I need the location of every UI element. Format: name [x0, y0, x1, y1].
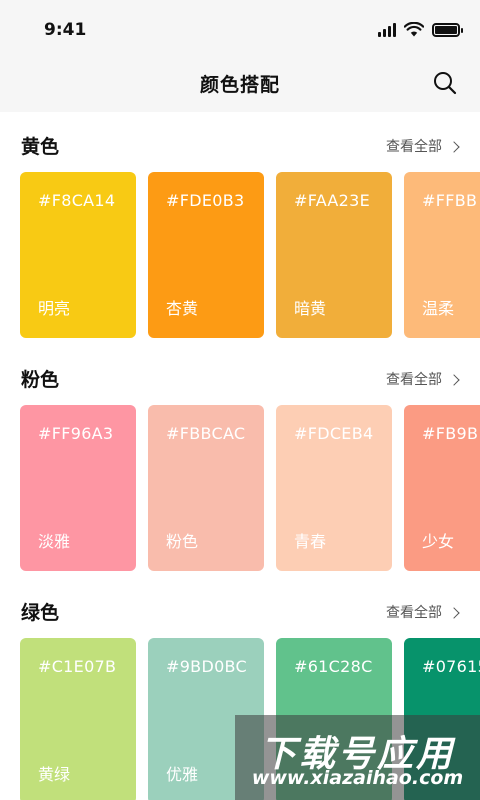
status-icons	[378, 22, 463, 37]
color-card[interactable]: #FFBB 温柔	[404, 172, 480, 338]
search-button[interactable]	[428, 66, 462, 100]
section-pink: 粉色 查看全部 #FF96A3 淡雅 #FBBCAC 粉色 #FDCEB4 青春…	[0, 357, 480, 577]
section-yellow: 黄色 查看全部 #F8CA14 明亮 #FDE0B3 杏黄 #FAA23E 暗黄…	[0, 124, 480, 344]
color-name: 明亮	[38, 299, 71, 318]
color-card[interactable]: #C1E07B 黄绿	[20, 638, 136, 800]
view-all-link[interactable]: 查看全部	[386, 369, 460, 389]
color-card[interactable]: #FDE0B3 杏黄	[148, 172, 264, 338]
chevron-right-icon	[448, 606, 460, 619]
color-name: 少女	[422, 532, 455, 551]
section-header: 黄色 查看全部	[0, 124, 480, 164]
chevron-right-icon	[448, 140, 460, 153]
color-hex: #FAA23E	[294, 191, 371, 210]
color-name: 优雅	[166, 765, 199, 784]
color-card-list[interactable]: #F8CA14 明亮 #FDE0B3 杏黄 #FAA23E 暗黄 #FFBB 温…	[20, 172, 480, 340]
color-hex: #FFBB	[422, 191, 478, 210]
search-icon	[434, 72, 457, 95]
color-name: 暗黄	[294, 299, 327, 318]
color-hex: #FDCEB4	[294, 424, 374, 443]
status-bar: 9:41	[0, 0, 480, 62]
cellular-signal-icon	[378, 22, 396, 37]
color-hex: #FF96A3	[38, 424, 114, 443]
color-hex: #9BD0BC	[166, 657, 248, 676]
color-card[interactable]: #FF96A3 淡雅	[20, 405, 136, 571]
section-header: 绿色 查看全部	[0, 590, 480, 630]
view-all-label: 查看全部	[386, 605, 442, 621]
color-name: 黄绿	[38, 765, 71, 784]
color-hex: #C1E07B	[38, 657, 117, 676]
wifi-icon	[404, 22, 424, 37]
color-name: 淡雅	[38, 532, 71, 551]
color-hex: #61C28C	[294, 657, 373, 676]
color-card-list[interactable]: #FF96A3 淡雅 #FBBCAC 粉色 #FDCEB4 青春 #FB9B 少…	[20, 405, 480, 573]
color-name: 粉色	[166, 532, 199, 551]
chevron-right-icon	[448, 373, 460, 386]
color-card[interactable]: #61C28C	[276, 638, 392, 800]
view-all-link[interactable]: 查看全部	[386, 602, 460, 622]
color-hex: #FBBCAC	[166, 424, 246, 443]
color-card[interactable]: #07615	[404, 638, 480, 800]
battery-icon	[432, 22, 463, 37]
color-name: 杏黄	[166, 299, 199, 318]
view-all-link[interactable]: 查看全部	[386, 136, 460, 156]
color-card[interactable]: #9BD0BC 优雅	[148, 638, 264, 800]
section-header: 粉色 查看全部	[0, 357, 480, 397]
section-green: 绿色 查看全部 #C1E07B 黄绿 #9BD0BC 优雅 #61C28C #0…	[0, 590, 480, 800]
color-card[interactable]: #FBBCAC 粉色	[148, 405, 264, 571]
color-name: 青春	[294, 532, 327, 551]
view-all-label: 查看全部	[386, 139, 442, 155]
color-card[interactable]: #FAA23E 暗黄	[276, 172, 392, 338]
page-title: 颜色搭配	[199, 74, 280, 96]
color-card[interactable]: #F8CA14 明亮	[20, 172, 136, 338]
view-all-label: 查看全部	[386, 372, 442, 388]
color-card[interactable]: #FDCEB4 青春	[276, 405, 392, 571]
color-hex: #07615	[422, 657, 480, 676]
color-name: 温柔	[422, 299, 455, 318]
color-card-list[interactable]: #C1E07B 黄绿 #9BD0BC 优雅 #61C28C #07615	[20, 638, 480, 800]
section-title: 黄色	[21, 136, 60, 158]
color-card[interactable]: #FB9B 少女	[404, 405, 480, 571]
nav-bar: 颜色搭配	[0, 62, 480, 112]
color-hex: #FDE0B3	[166, 191, 245, 210]
section-title: 绿色	[21, 602, 60, 624]
status-time: 9:41	[44, 20, 87, 40]
section-title: 粉色	[21, 369, 60, 391]
color-hex: #FB9B	[422, 424, 479, 443]
color-hex: #F8CA14	[38, 191, 116, 210]
